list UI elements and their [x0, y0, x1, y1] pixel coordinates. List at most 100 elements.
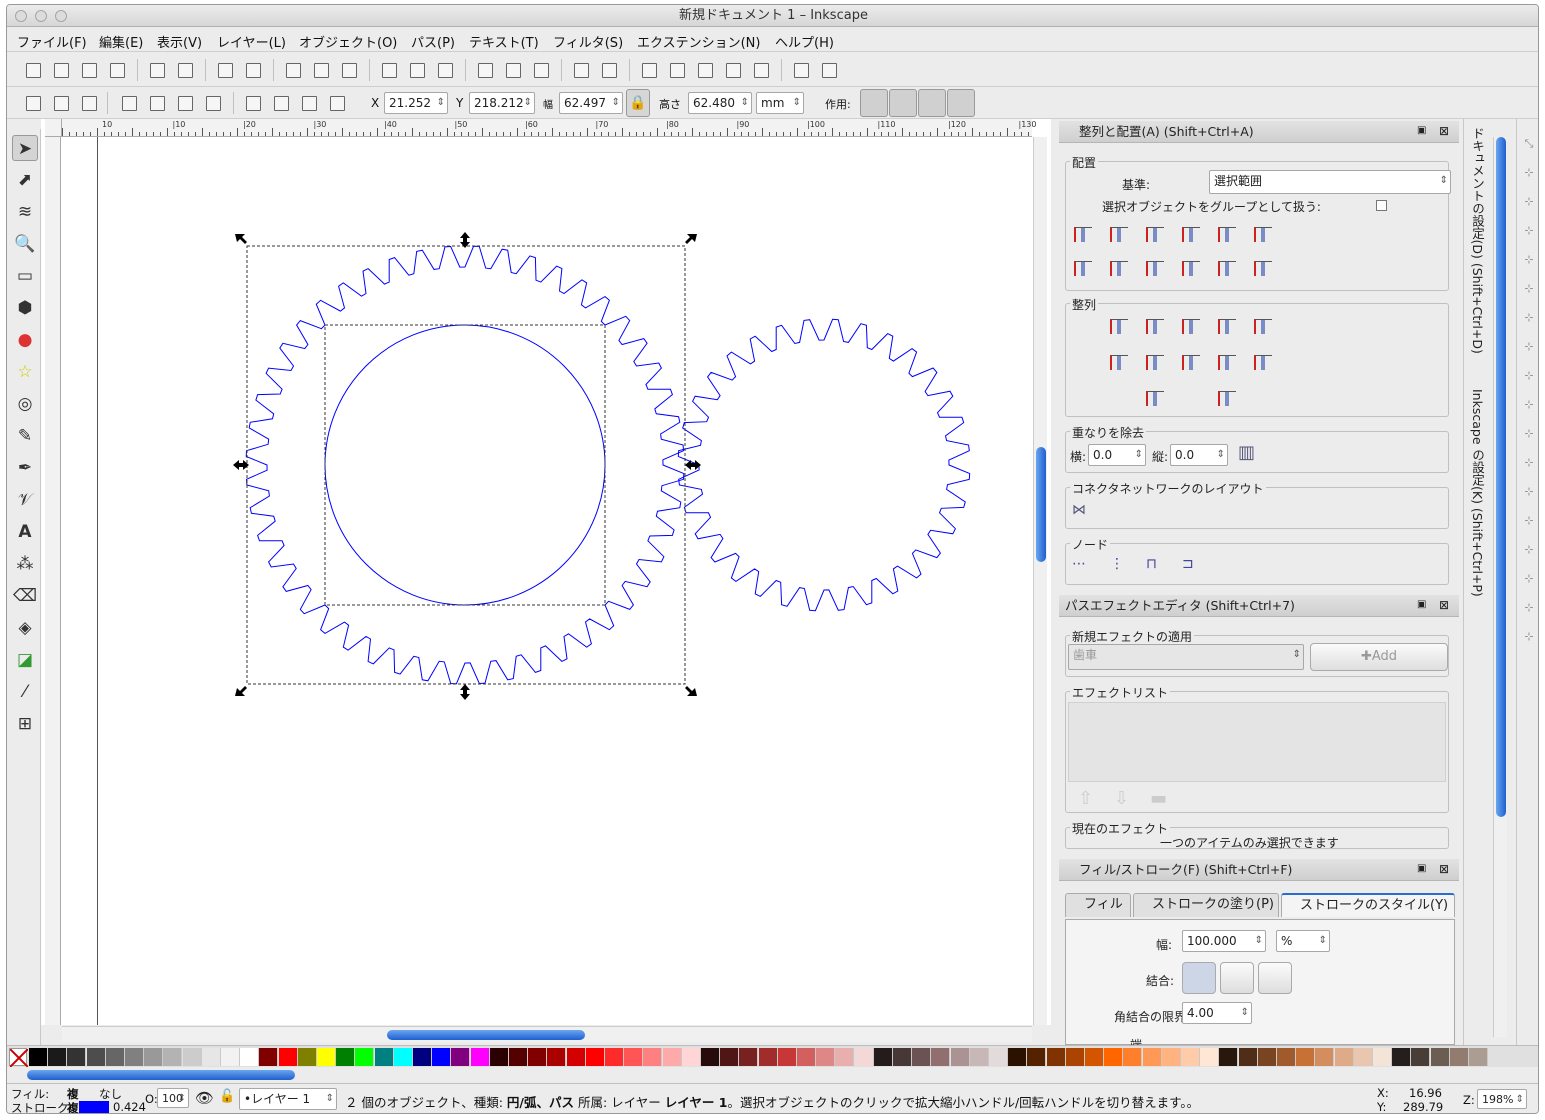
palette-swatch[interactable]: [950, 1048, 970, 1066]
stroke-width-input[interactable]: 100.000: [1182, 930, 1266, 952]
palette-swatch[interactable]: [509, 1048, 528, 1066]
palette-swatch[interactable]: [489, 1048, 509, 1066]
align-v-5-button[interactable]: [1250, 256, 1276, 282]
palette-swatch[interactable]: [317, 1048, 336, 1066]
snap-toggle-icon[interactable]: ⊹: [1521, 369, 1537, 385]
palette-swatch[interactable]: [1181, 1048, 1200, 1066]
palette-swatch[interactable]: [1238, 1048, 1258, 1066]
palette-swatch[interactable]: [1353, 1048, 1373, 1066]
snap-toggle-icon[interactable]: ⊹: [1521, 195, 1537, 211]
layer-select[interactable]: •レイヤー 1: [239, 1088, 337, 1110]
treat-as-group-checkbox[interactable]: [1376, 200, 1387, 211]
palette-swatch[interactable]: [1296, 1048, 1316, 1066]
palette-swatch[interactable]: [374, 1048, 394, 1066]
palette-swatch[interactable]: [144, 1048, 164, 1066]
palette-swatch[interactable]: [547, 1048, 567, 1066]
palette-swatch[interactable]: [605, 1048, 624, 1066]
miter-limit-input[interactable]: 4.00: [1182, 1002, 1252, 1024]
snap-toggle-icon[interactable]: ⊹: [1521, 601, 1537, 617]
palette-swatch[interactable]: [297, 1048, 317, 1066]
stroke-color-swatch[interactable]: [79, 1101, 109, 1113]
palette-swatch[interactable]: [777, 1048, 797, 1066]
palette-swatch[interactable]: [797, 1048, 816, 1066]
miter-join-button[interactable]: [1182, 962, 1216, 994]
palette-swatch[interactable]: [624, 1048, 644, 1066]
zoom-input[interactable]: 198%: [1477, 1089, 1527, 1110]
distribute-nodes-v-button[interactable]: ⊐: [1182, 556, 1208, 580]
palette-swatch[interactable]: [585, 1048, 605, 1066]
palette-swatch[interactable]: [528, 1048, 548, 1066]
palette-swatch[interactable]: [1123, 1048, 1143, 1066]
layer-visibility-icon[interactable]: 👁: [195, 1089, 214, 1107]
palette-swatch[interactable]: [259, 1048, 279, 1066]
distribute-h-2-button[interactable]: [1178, 314, 1204, 340]
palette-swatch[interactable]: [854, 1048, 874, 1066]
align-h-4-button[interactable]: [1214, 222, 1240, 248]
fs-iconify-icon[interactable]: ▣: [1417, 863, 1426, 874]
canvas-vertical-scrollbar[interactable]: [1033, 137, 1047, 1025]
horizontal-scroll-thumb[interactable]: [387, 1030, 585, 1040]
palette-swatch[interactable]: [720, 1048, 740, 1066]
panel-iconify-icon[interactable]: ▣: [1417, 125, 1426, 136]
align-nodes-v-button[interactable]: ⋮: [1110, 556, 1136, 580]
fs-close-icon[interactable]: ⊠: [1439, 862, 1449, 876]
palette-swatch[interactable]: [835, 1048, 855, 1066]
arrange-connectors-button[interactable]: ⋈: [1072, 502, 1098, 522]
palette-swatch[interactable]: [432, 1048, 452, 1066]
snap-toggle-icon[interactable]: ⊹: [1521, 514, 1537, 530]
distribute-nodes-h-button[interactable]: ⊓: [1146, 556, 1172, 580]
palette-swatch[interactable]: [1142, 1048, 1162, 1066]
distribute-v-0-button[interactable]: [1106, 350, 1132, 376]
palette-swatch[interactable]: [989, 1048, 1008, 1066]
snap-toggle-icon[interactable]: ⊹: [1521, 311, 1537, 327]
opacity-input[interactable]: 100: [157, 1088, 189, 1109]
palette-swatch[interactable]: [1411, 1048, 1431, 1066]
palette-swatch[interactable]: [1469, 1048, 1488, 1066]
palette-swatch[interactable]: [67, 1048, 87, 1066]
palette-swatch[interactable]: [1430, 1048, 1450, 1066]
palette-swatch[interactable]: [1392, 1048, 1412, 1066]
palette-swatch[interactable]: [86, 1048, 106, 1066]
palette-swatch[interactable]: [1104, 1048, 1124, 1066]
palette-swatch[interactable]: [893, 1048, 912, 1066]
no-paint-swatch[interactable]: [9, 1048, 29, 1068]
palette-swatch[interactable]: [1200, 1048, 1220, 1066]
palette-swatch[interactable]: [701, 1048, 720, 1066]
handle-top-right[interactable]: [685, 234, 697, 244]
canvas-horizontal-scrollbar[interactable]: [62, 1026, 1032, 1042]
palette-swatch[interactable]: [566, 1048, 586, 1066]
palette-swatch[interactable]: [643, 1048, 663, 1066]
palette-swatch[interactable]: [336, 1048, 356, 1066]
remove-overlap-button[interactable]: ▥: [1238, 442, 1264, 468]
palette-swatch[interactable]: [201, 1048, 221, 1066]
palette-swatch[interactable]: [681, 1048, 701, 1066]
tab-fill[interactable]: フィル: [1065, 893, 1131, 917]
palette-swatch[interactable]: [912, 1048, 932, 1066]
snap-toggle-icon[interactable]: ⊹: [1521, 572, 1537, 588]
snap-toggle-icon[interactable]: ⊹: [1521, 398, 1537, 414]
selection-handles[interactable]: [233, 232, 701, 700]
snap-toggle-icon[interactable]: ⊹: [1521, 224, 1537, 240]
align-v-3-button[interactable]: [1178, 256, 1204, 282]
effect-select[interactable]: 歯車: [1068, 644, 1304, 670]
relative-to-select[interactable]: 選択範囲: [1209, 170, 1451, 194]
stroke-width-unit[interactable]: %: [1276, 930, 1330, 952]
palette-swatch[interactable]: [451, 1048, 471, 1066]
palette-swatch[interactable]: [1257, 1048, 1277, 1066]
small-gear[interactable]: [677, 318, 971, 612]
distribute-h-1-button[interactable]: [1142, 314, 1168, 340]
effect-list[interactable]: [1068, 702, 1446, 782]
palette-swatch[interactable]: [48, 1048, 68, 1066]
palette-swatch[interactable]: [1046, 1048, 1066, 1066]
layer-lock-icon[interactable]: 🔓: [219, 1089, 235, 1104]
randomize-0-button[interactable]: [1142, 386, 1168, 412]
palette-swatch[interactable]: [470, 1048, 490, 1066]
palette-swatch[interactable]: [105, 1048, 125, 1066]
distribute-v-4-button[interactable]: [1250, 350, 1276, 376]
palette-swatch[interactable]: [393, 1048, 413, 1066]
handle-bottom-left[interactable]: [235, 686, 247, 696]
distribute-h-3-button[interactable]: [1214, 314, 1240, 340]
handle-top-left[interactable]: [235, 234, 247, 244]
palette-swatch[interactable]: [278, 1048, 298, 1066]
tab-stroke-paint[interactable]: ストロークの塗り(P): [1133, 893, 1279, 917]
